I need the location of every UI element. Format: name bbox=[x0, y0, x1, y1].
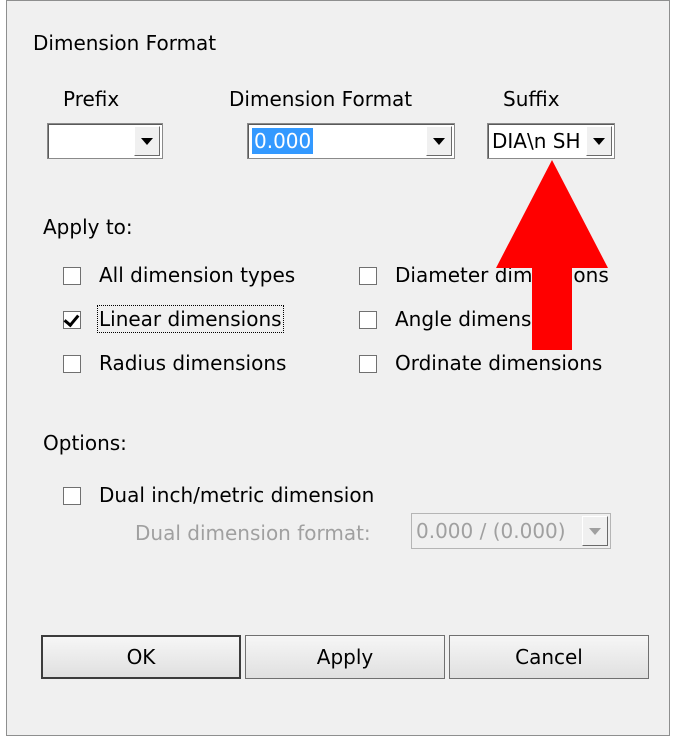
red-arrow-annotation bbox=[496, 160, 608, 350]
arrow-shape bbox=[496, 160, 608, 350]
